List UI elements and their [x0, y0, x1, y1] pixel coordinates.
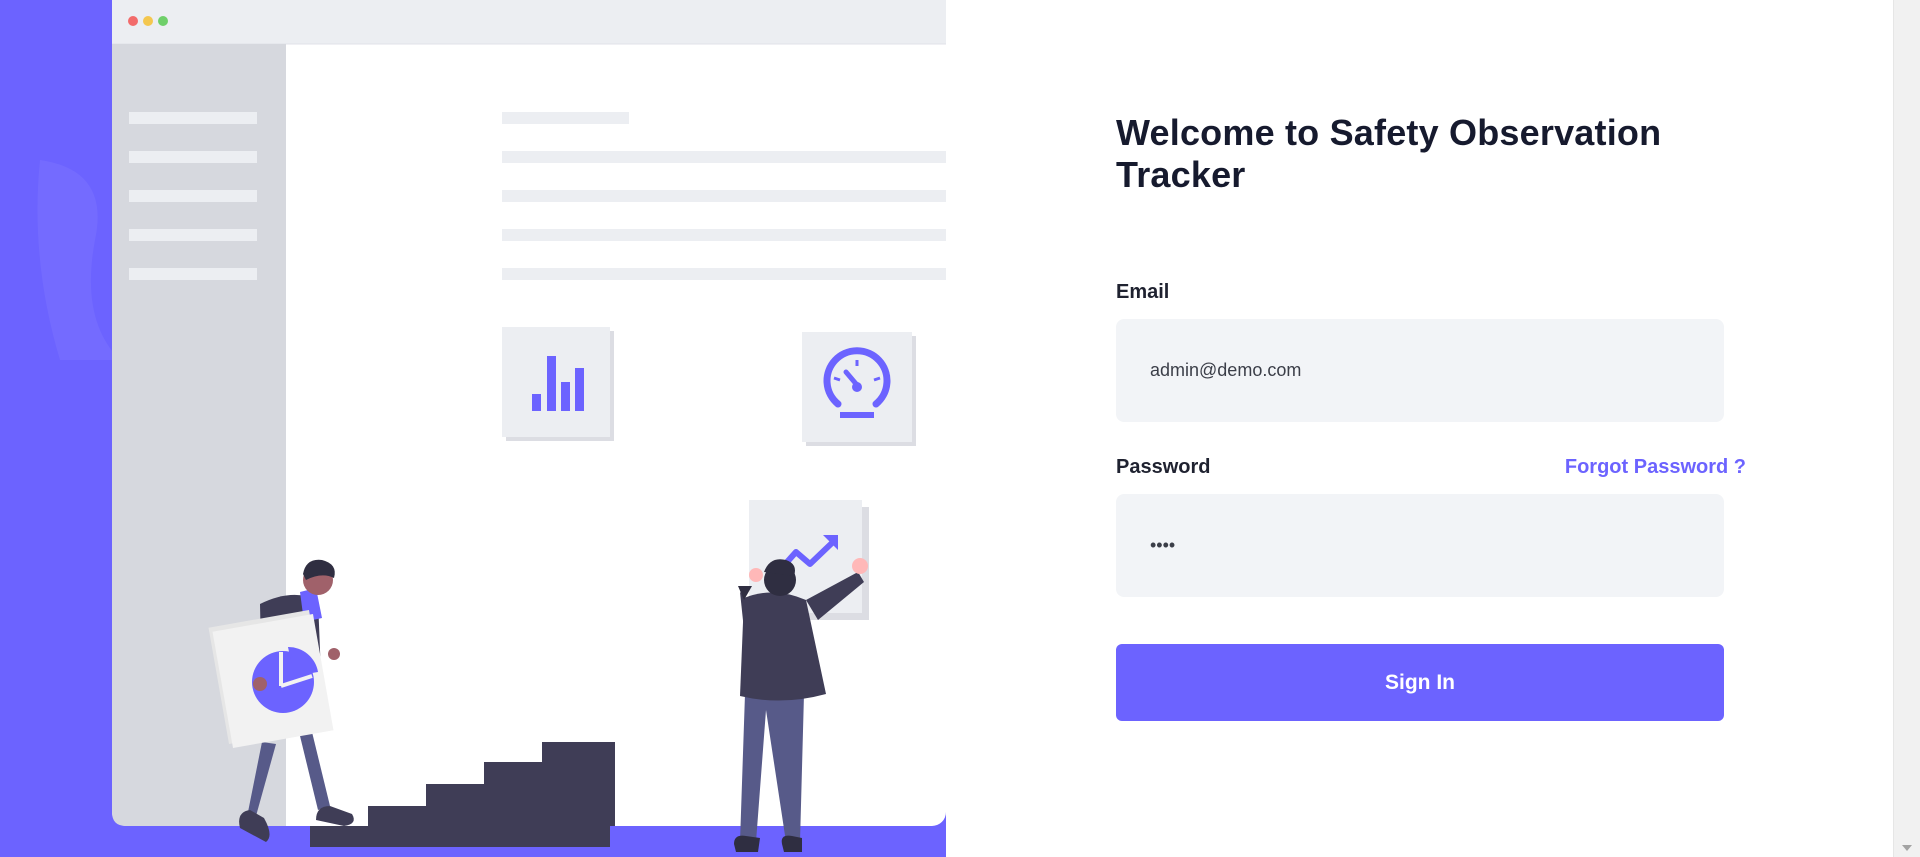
pie-chart-icon	[208, 610, 334, 748]
forgot-password-link[interactable]: Forgot Password ?	[1565, 456, 1746, 479]
floor-graphic	[610, 826, 946, 857]
window-close-dot	[128, 16, 138, 26]
window-minimize-dot	[143, 16, 153, 26]
bar-chart-icon	[502, 327, 614, 441]
vertical-scrollbar[interactable]	[1893, 0, 1920, 857]
email-field[interactable]	[1116, 319, 1724, 422]
window-maximize-dot	[158, 16, 168, 26]
illustration-panel	[0, 0, 946, 857]
password-label: Password	[1116, 456, 1211, 478]
page-title: Welcome to Safety Observation Tracker	[1116, 112, 1662, 195]
login-panel: Welcome to Safety Observation Tracker Em…	[946, 0, 1894, 857]
speedometer-icon	[802, 332, 916, 446]
email-label: Email	[1116, 281, 1170, 303]
background-shape	[37, 160, 120, 360]
sign-in-button[interactable]: Sign In	[1116, 644, 1724, 721]
password-field[interactable]	[1116, 494, 1724, 597]
analytics-illustration	[37, 0, 946, 857]
scroll-down-arrow-icon[interactable]	[1902, 845, 1912, 851]
